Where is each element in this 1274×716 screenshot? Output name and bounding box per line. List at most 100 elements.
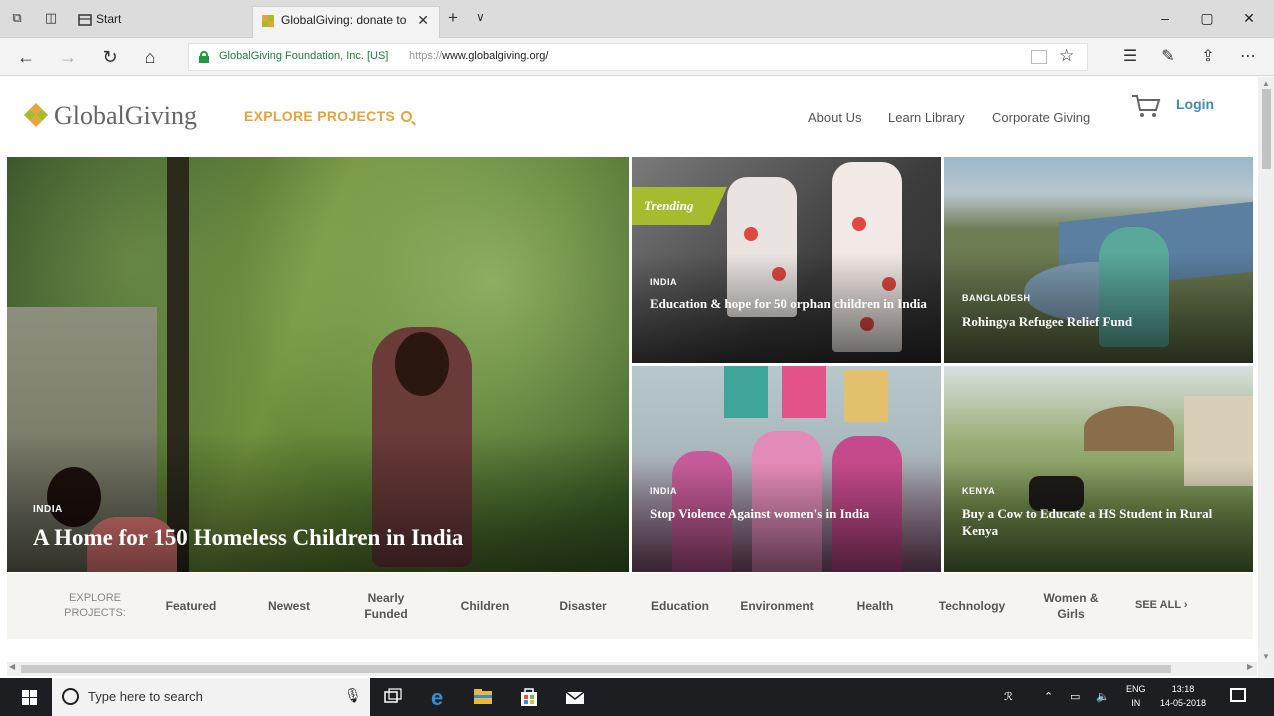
restore-icon[interactable]: ▢ — [1194, 10, 1220, 27]
certificate-label: GlobalGiving Foundation, Inc. [US] — [219, 50, 389, 62]
edge-browser-icon[interactable]: e — [428, 686, 450, 708]
input-language[interactable]: ENG IN — [1126, 682, 1146, 710]
tab-preview-icon[interactable]: ◫ — [42, 10, 60, 26]
hero-country: INDIA — [33, 504, 63, 515]
explore-projects-link[interactable]: EXPLORE PROJECTS — [244, 108, 413, 124]
globalgiving-favicon — [262, 15, 274, 27]
category-environment[interactable]: Environment — [731, 573, 823, 639]
category-health[interactable]: Health — [837, 573, 913, 639]
tile-country: INDIA — [650, 277, 677, 287]
tab-globalgiving[interactable]: GlobalGiving: donate to ✕ — [252, 6, 440, 38]
photo-shape — [1084, 406, 1174, 451]
scrollbar-thumb[interactable] — [21, 665, 1171, 673]
project-tile-stop-violence[interactable]: INDIA Stop Violence Against women's in I… — [632, 366, 941, 572]
start-page-icon — [78, 14, 92, 26]
show-hidden-icons-icon[interactable]: ⌃ — [1044, 690, 1053, 703]
page-scrollbar[interactable]: ▲ ▼ — [1258, 77, 1274, 677]
clock-time: 13:18 — [1171, 684, 1195, 694]
svg-text:e: e — [431, 686, 443, 708]
scrollbar-thumb[interactable] — [1262, 89, 1271, 169]
hero-figure-head — [395, 332, 449, 396]
search-icon — [401, 111, 413, 122]
category-disaster[interactable]: Disaster — [545, 573, 621, 639]
home-icon[interactable]: ⌂ — [138, 46, 162, 68]
site-header: GlobalGiving EXPLORE PROJECTS About Us L… — [0, 77, 1258, 157]
forward-arrow-icon[interactable]: → — [56, 46, 80, 68]
address-bar[interactable]: GlobalGiving Foundation, Inc. [US] https… — [188, 43, 1088, 71]
cortana-icon — [62, 688, 79, 705]
category-children[interactable]: Children — [447, 573, 523, 639]
nav-learn-library[interactable]: Learn Library — [888, 110, 965, 125]
task-view-icon[interactable] — [382, 686, 404, 708]
close-tab-icon[interactable]: ✕ — [417, 7, 429, 33]
store-icon[interactable] — [518, 686, 540, 708]
windows-taskbar: Type here to search 🎙 e ℛ ⌃ ▭ 🔈 ENG IN 13… — [0, 678, 1274, 716]
share-icon[interactable]: ⇪ — [1196, 46, 1220, 66]
people-icon[interactable]: ℛ — [1004, 690, 1013, 703]
close-window-icon[interactable]: ✕ — [1236, 10, 1262, 27]
trending-badge: Trending — [632, 187, 727, 225]
favorites-hub-icon[interactable]: ☰ — [1118, 46, 1142, 66]
back-arrow-icon[interactable]: ← — [14, 46, 38, 68]
category-featured[interactable]: Featured — [153, 573, 229, 639]
microphone-icon[interactable]: 🎙 — [344, 687, 362, 704]
lock-icon — [199, 51, 209, 63]
more-icon[interactable]: ⋯ — [1236, 46, 1260, 66]
search-placeholder: Type here to search — [88, 689, 203, 704]
favorite-star-icon[interactable]: ☆ — [1059, 46, 1074, 66]
logo-text[interactable]: GlobalGiving — [54, 101, 197, 131]
scroll-right-icon[interactable]: ▶ — [1247, 662, 1253, 671]
globalgiving-logo-icon[interactable] — [22, 101, 50, 129]
scroll-up-icon[interactable]: ▲ — [1262, 79, 1270, 88]
tile-title: Buy a Cow to Educate a HS Student in Rur… — [962, 506, 1213, 538]
category-women-girls[interactable]: Women & Girls — [1035, 573, 1107, 639]
windows-start-icon[interactable] — [22, 690, 37, 705]
see-all-link[interactable]: SEE ALL › — [1135, 599, 1188, 611]
tile-shade — [944, 253, 1253, 363]
login-link[interactable]: Login — [1176, 96, 1214, 112]
scroll-left-icon[interactable]: ◀ — [9, 662, 15, 671]
project-tile-kenya-cow[interactable]: KENYA Buy a Cow to Educate a HS Student … — [944, 366, 1253, 572]
cart-icon[interactable] — [1130, 93, 1162, 119]
system-clock[interactable]: 13:18 14-05-2018 — [1160, 682, 1206, 710]
category-nearly-funded[interactable]: Nearly Funded — [353, 573, 419, 639]
new-tab-icon[interactable]: + — [448, 8, 458, 28]
tab-start[interactable]: Start — [70, 6, 250, 38]
battery-icon[interactable]: ▭ — [1070, 690, 1080, 703]
project-tile-orphan-education[interactable]: Trending INDIA Education & hope for 50 o… — [632, 157, 941, 363]
photo-shape — [844, 370, 888, 422]
nav-about-us[interactable]: About Us — [808, 110, 861, 125]
nav-corporate-giving[interactable]: Corporate Giving — [992, 110, 1090, 125]
explore-projects-label: EXPLORE PROJECTS: — [64, 592, 126, 619]
refresh-icon[interactable]: ↻ — [98, 46, 122, 68]
reading-view-icon[interactable] — [1031, 50, 1047, 64]
category-newest[interactable]: Newest — [251, 573, 327, 639]
set-aside-tabs-icon[interactable]: ⧉ — [8, 10, 26, 26]
scroll-down-icon[interactable]: ▼ — [1262, 652, 1270, 661]
web-note-pen-icon[interactable]: ✎ — [1156, 46, 1180, 66]
browser-tab-bar: ⧉ ◫ Start GlobalGiving: donate to ✕ + ∨ … — [0, 0, 1274, 38]
explore-categories-bar: EXPLORE PROJECTS: Featured Newest Nearly… — [7, 573, 1253, 639]
tile-title: Rohingya Refugee Relief Fund — [962, 314, 1133, 329]
clock-date: 14-05-2018 — [1160, 698, 1207, 708]
action-center-icon[interactable] — [1230, 688, 1246, 702]
photo-shape — [852, 217, 866, 231]
minimize-icon[interactable]: – — [1152, 10, 1178, 26]
url-text: https://www.globalgiving.org/ — [409, 50, 549, 62]
photo-shape — [724, 366, 768, 418]
tile-title: Education & hope for 50 orphan children … — [650, 296, 927, 311]
hero-shade — [7, 432, 629, 572]
category-technology[interactable]: Technology — [929, 573, 1015, 639]
taskbar-search-box[interactable]: Type here to search 🎙 — [52, 678, 370, 716]
tile-country: KENYA — [962, 486, 996, 496]
hero-project-card[interactable]: INDIA A Home for 150 Homeless Children i… — [7, 157, 629, 572]
horizontal-scrollbar[interactable]: ◀ ▶ — [7, 662, 1257, 676]
tile-title: Stop Violence Against women's in India — [650, 506, 870, 521]
project-tile-rohingya[interactable]: BANGLADESH Rohingya Refugee Relief Fund — [944, 157, 1253, 363]
tile-country: INDIA — [650, 486, 677, 496]
volume-icon[interactable]: 🔈 — [1096, 690, 1110, 703]
chevron-down-icon[interactable]: ∨ — [476, 10, 485, 24]
mail-icon[interactable] — [564, 686, 586, 708]
file-explorer-icon[interactable] — [472, 686, 494, 708]
category-education[interactable]: Education — [640, 573, 720, 639]
